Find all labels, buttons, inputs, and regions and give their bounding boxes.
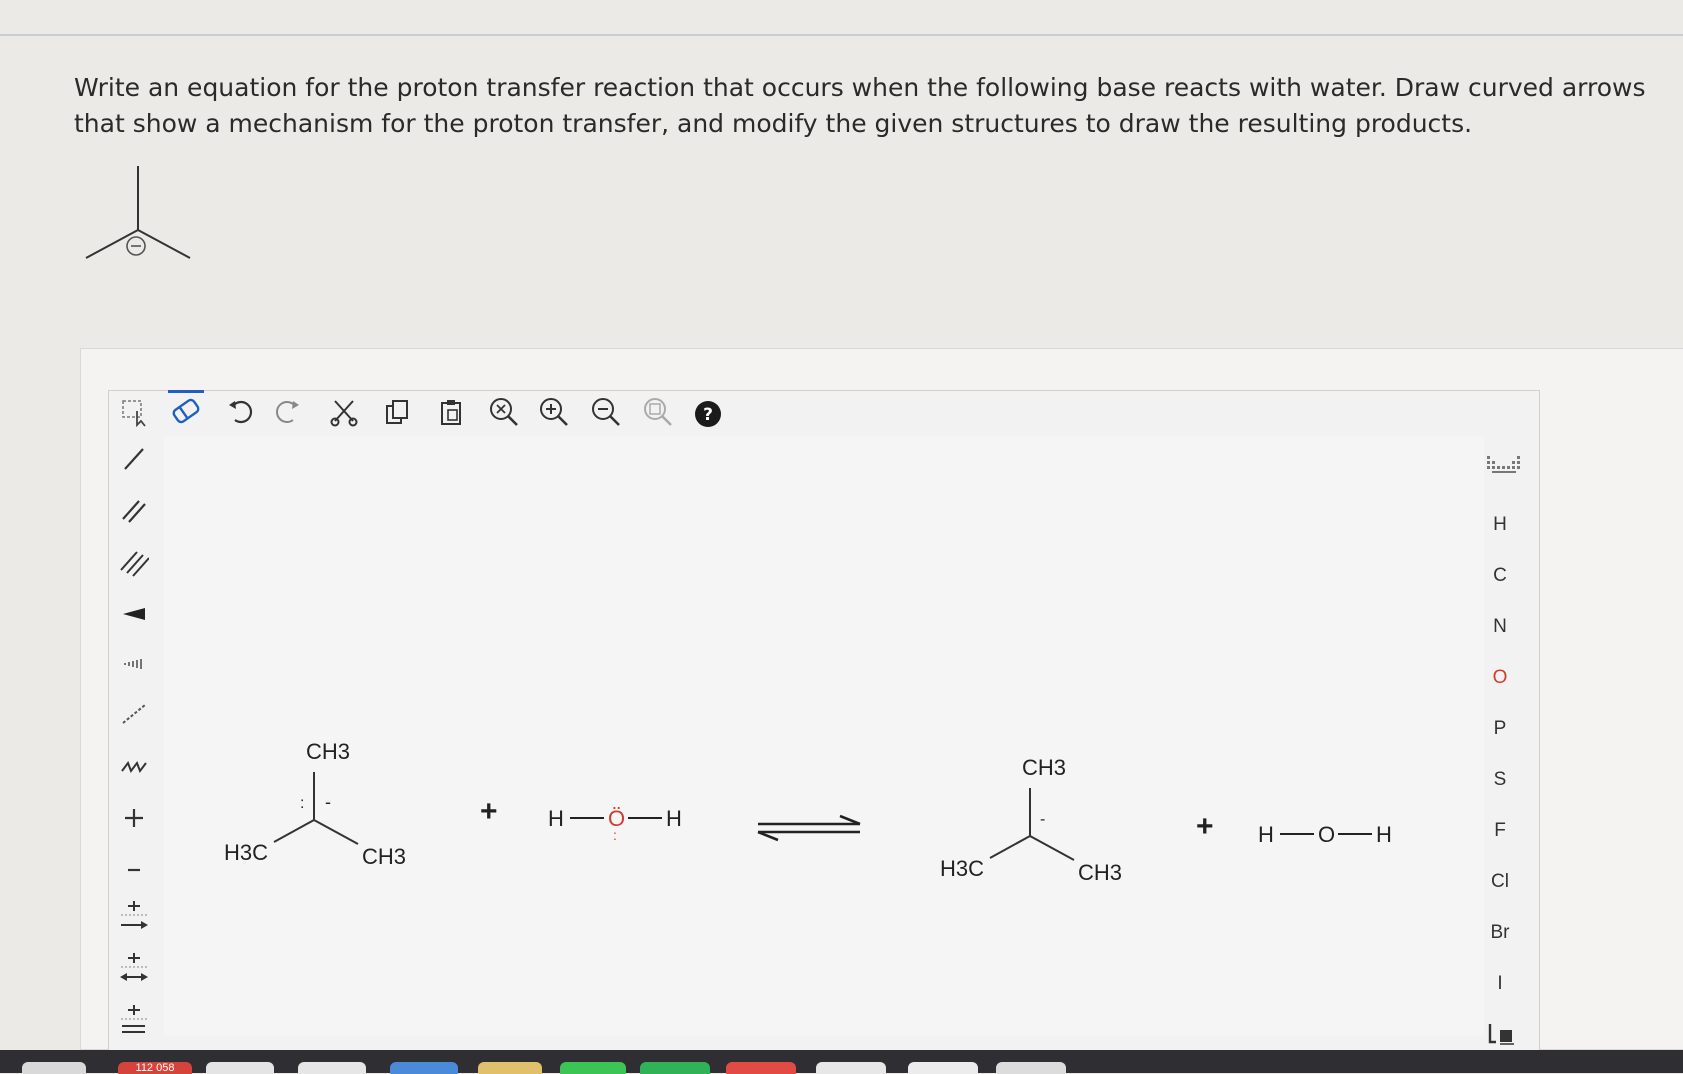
dock-app[interactable] [298, 1062, 366, 1074]
equilibrium-arrow-tool[interactable] [116, 1004, 152, 1040]
question-text: Write an equation for the proton transfe… [74, 73, 1646, 138]
dock-app[interactable] [560, 1062, 626, 1074]
zoom-out-icon[interactable] [588, 394, 624, 430]
eraser-tool[interactable] [168, 390, 204, 429]
reactant-top-group: CH3 [306, 739, 350, 764]
resonance-arrow-tool[interactable] [116, 952, 152, 988]
reaction-scheme: CH3 H3C CH3 : - + H Ö : H CH3 H3C CH3 - … [224, 739, 1392, 885]
reactant-charge: - [325, 792, 331, 812]
product-carbanion[interactable]: CH3 H3C CH3 - [940, 755, 1122, 885]
element-i[interactable]: I [1470, 973, 1530, 995]
element-palette: H C N O P S F Cl Br I [1470, 452, 1530, 1052]
double-bond-tool[interactable] [116, 492, 152, 528]
dock-app[interactable] [206, 1062, 274, 1074]
water2-right-h: H [1376, 822, 1392, 847]
dock-app[interactable] [908, 1062, 978, 1074]
plus-sign-2: + [1196, 810, 1214, 843]
zoom-in-icon[interactable] [536, 394, 572, 430]
drawing-canvas[interactable]: CH3 H3C CH3 : - + H Ö : H CH3 H3C CH3 - … [164, 436, 1484, 1036]
marquee-select-tool[interactable] [116, 394, 152, 430]
water-right-h: H [666, 806, 682, 831]
element-f[interactable]: F [1470, 820, 1530, 842]
element-c[interactable]: C [1470, 565, 1530, 587]
dash-bond-tool[interactable] [116, 696, 152, 732]
product-left-group: H3C [940, 856, 984, 881]
cut-icon[interactable] [326, 394, 362, 430]
periodic-table-icon[interactable] [1486, 454, 1526, 481]
plus-sign-1: + [480, 795, 498, 828]
equilibrium-arrow[interactable] [757, 814, 861, 842]
triple-bond-tool[interactable] [116, 544, 152, 580]
dock-app[interactable] [996, 1062, 1066, 1074]
reactant-water[interactable]: H Ö : H [548, 806, 682, 843]
undo-icon[interactable] [222, 394, 258, 430]
reactant-carbanion[interactable]: CH3 H3C CH3 : - [224, 739, 406, 869]
redo-icon[interactable] [270, 394, 306, 430]
product-water[interactable]: H O H [1258, 822, 1392, 847]
dock-app[interactable] [478, 1062, 542, 1074]
charge-plus-tool[interactable] [116, 800, 152, 836]
reactant-right-group: CH3 [362, 844, 406, 869]
wedge-bond-tool[interactable] [116, 596, 152, 632]
element-s[interactable]: S [1470, 769, 1530, 791]
page-divider [0, 34, 1683, 36]
element-h[interactable]: H [1470, 514, 1530, 536]
single-bond-tool[interactable] [116, 440, 152, 476]
water2-oxygen: O [1318, 822, 1335, 847]
dock-app[interactable] [390, 1062, 458, 1074]
element-o[interactable]: O [1470, 667, 1530, 689]
dock-app-badge[interactable]: 112 058 [118, 1062, 192, 1074]
water-lone-pair: : [613, 827, 617, 843]
copy-icon[interactable] [380, 394, 416, 430]
water2-left-h: H [1258, 822, 1274, 847]
element-p[interactable]: P [1470, 718, 1530, 740]
water-left-h: H [548, 806, 564, 831]
template-icon[interactable] [1486, 1020, 1518, 1051]
dock-app[interactable] [816, 1062, 886, 1074]
chain-tool[interactable] [116, 748, 152, 784]
product-right-group: CH3 [1078, 860, 1122, 885]
element-br[interactable]: Br [1470, 922, 1530, 944]
zoom-reset-icon[interactable] [486, 394, 522, 430]
zoom-fit-icon[interactable] [640, 394, 676, 430]
reactant-left-group: H3C [224, 840, 268, 865]
element-cl[interactable]: Cl [1470, 871, 1530, 893]
reactant-lone-pair: : [300, 795, 304, 812]
product-charge: - [1040, 811, 1045, 828]
element-n[interactable]: N [1470, 616, 1530, 638]
help-button[interactable]: ? [690, 396, 726, 432]
base-molecule [85, 166, 191, 259]
help-label: ? [703, 405, 713, 425]
hash-bond-tool[interactable] [116, 646, 152, 682]
paste-icon[interactable] [434, 394, 470, 430]
reaction-arrow-tool[interactable] [116, 900, 152, 936]
charge-minus-tool[interactable] [116, 852, 152, 888]
dock-app[interactable] [726, 1062, 796, 1074]
dock-app[interactable] [640, 1062, 710, 1074]
product-top-group: CH3 [1022, 755, 1066, 780]
dock-app[interactable] [22, 1062, 86, 1074]
